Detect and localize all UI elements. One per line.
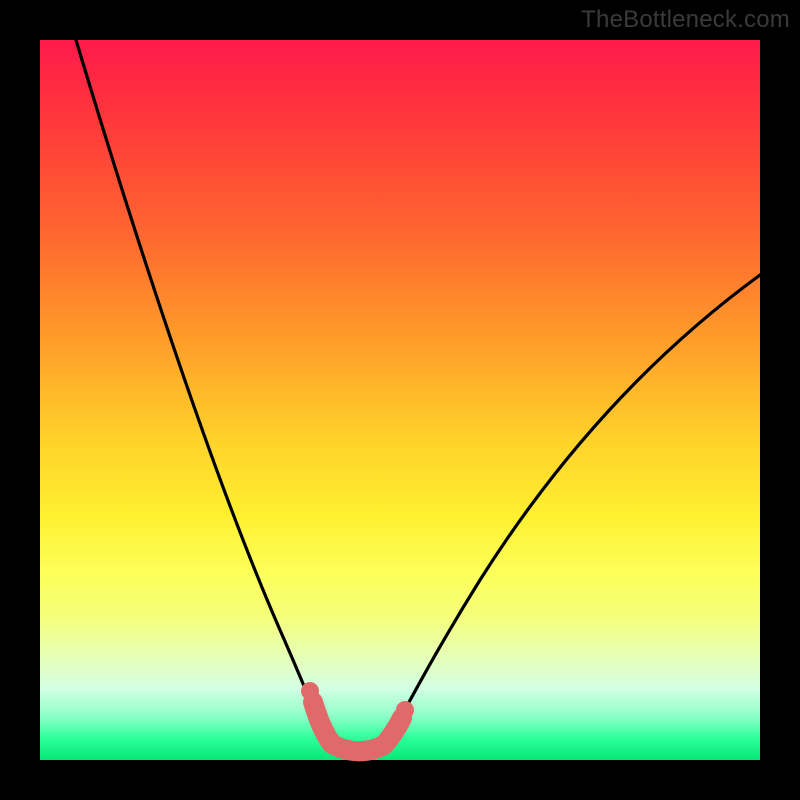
curve-left-branch <box>76 40 329 746</box>
chart-frame: TheBottleneck.com <box>0 0 800 800</box>
watermark-text: TheBottleneck.com <box>581 6 790 34</box>
well-segment-highlight <box>313 702 402 751</box>
curve-right-branch <box>385 275 760 746</box>
plot-area <box>40 40 760 760</box>
marker-right <box>396 701 414 719</box>
curve-layer <box>40 40 760 760</box>
